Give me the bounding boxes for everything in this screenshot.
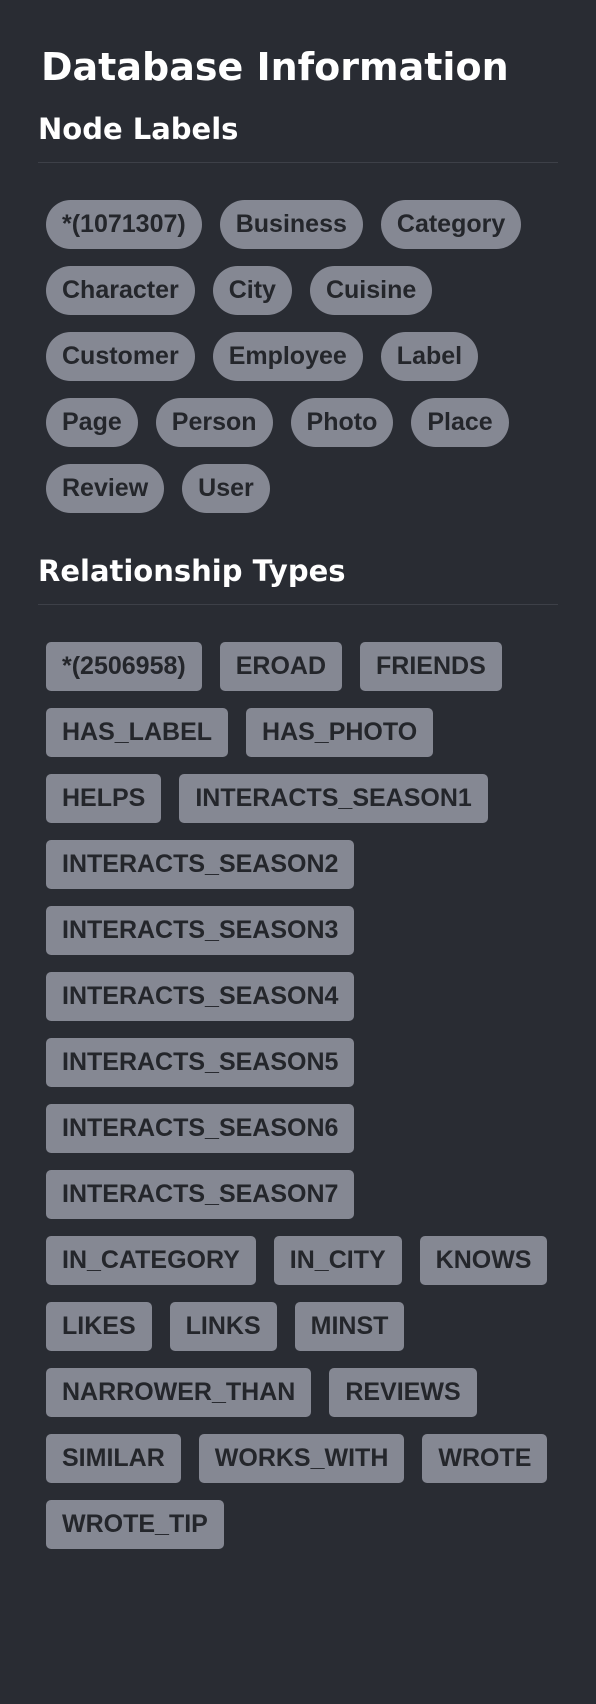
relationship-type-chip[interactable]: WROTE [422,1434,548,1483]
node-label-chip[interactable]: Employee [212,332,363,381]
relationship-type-chip[interactable]: MINST [294,1302,405,1351]
relationship-type-chip[interactable]: INTERACTS_SEASON6 [46,1104,355,1153]
node-label-chip[interactable]: City [212,266,292,315]
node-label-chip[interactable]: Place [411,398,509,447]
relationship-type-chip[interactable]: SIMILAR [46,1434,181,1483]
relationship-type-chip[interactable]: NARROWER_THAN [46,1368,312,1417]
node-label-chip[interactable]: User [182,464,270,513]
relationship-type-chip[interactable]: WROTE_TIP [46,1500,224,1549]
relationship-type-chip[interactable]: INTERACTS_SEASON1 [179,774,488,823]
relationship-type-chip[interactable]: HELPS [46,774,162,823]
node-label-chip[interactable]: Cuisine [309,266,433,315]
node-labels-heading: Node Labels [38,112,239,146]
node-label-chip[interactable]: Business [219,200,363,249]
node-label-list: *(1071307) Business Category Character City C… [38,200,558,513]
relationship-type-chip[interactable]: INTERACTS_SEASON4 [46,972,355,1021]
relationship-type-chip[interactable]: EROAD [219,642,343,691]
database-info-panel: Database Information Node Labels *(10713… [0,0,596,1704]
node-label-chip[interactable]: Label [380,332,479,381]
node-labels-divider [38,162,558,163]
relationship-type-chip[interactable]: HAS_PHOTO [246,708,434,757]
relationship-type-chip[interactable]: REVIEWS [329,1368,477,1417]
relationship-type-chip[interactable]: INTERACTS_SEASON3 [46,906,355,955]
node-label-chip[interactable]: Review [46,464,165,513]
node-label-chip[interactable]: Customer [46,332,195,381]
node-label-chip[interactable]: Page [46,398,138,447]
node-label-chip[interactable]: Category [380,200,522,249]
node-label-chip[interactable]: Character [46,266,195,315]
relationship-type-chip[interactable]: *(2506958) [46,642,202,691]
relationship-type-chip[interactable]: FRIENDS [360,642,502,691]
relationship-type-chip[interactable]: HAS_LABEL [46,708,229,757]
relationship-type-chip[interactable]: IN_CITY [273,1236,402,1285]
relationship-type-list: *(2506958) EROAD FRIENDS HAS_LABEL HAS_PHOTO… [38,642,558,1549]
node-label-chip[interactable]: Photo [290,398,394,447]
relationship-type-chip[interactable]: WORKS_WITH [198,1434,405,1483]
relationship-types-divider [38,604,558,605]
node-label-chip[interactable]: *(1071307) [46,200,202,249]
relationship-type-chip[interactable]: LINKS [169,1302,277,1351]
relationship-type-chip[interactable]: KNOWS [419,1236,548,1285]
relationship-types-heading: Relationship Types [38,554,346,588]
relationship-type-chip[interactable]: IN_CATEGORY [46,1236,256,1285]
page-title: Database Information [41,45,509,89]
relationship-type-chip[interactable]: INTERACTS_SEASON5 [46,1038,355,1087]
relationship-type-chip[interactable]: INTERACTS_SEASON2 [46,840,355,889]
node-label-chip[interactable]: Person [155,398,273,447]
relationship-type-chip[interactable]: INTERACTS_SEASON7 [46,1170,355,1219]
relationship-type-chip[interactable]: LIKES [46,1302,152,1351]
